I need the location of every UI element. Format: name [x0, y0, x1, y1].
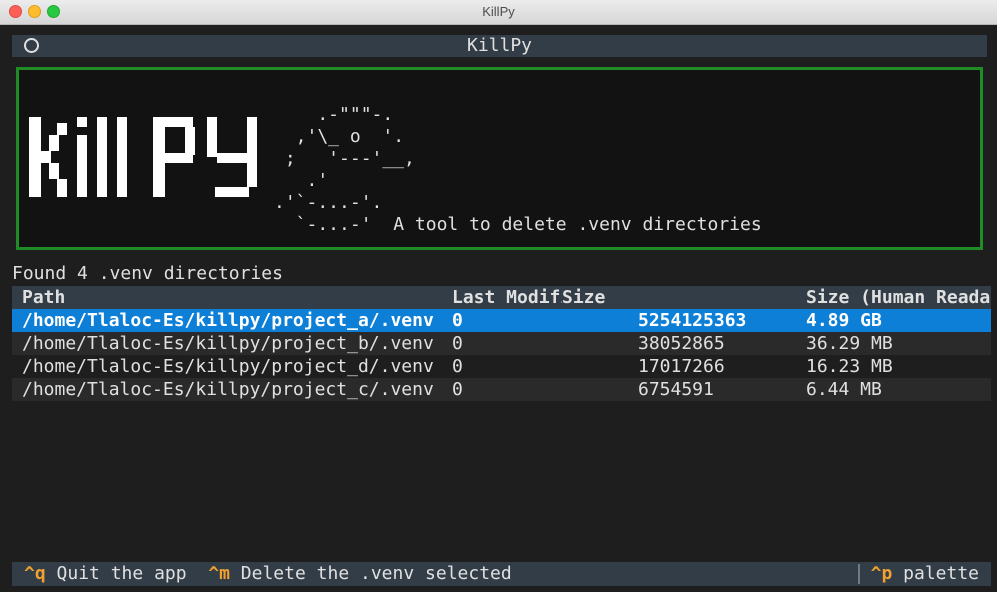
table-row[interactable]: /home/Tlaloc-Es/killpy/project_c/.venv 0…: [12, 378, 991, 401]
row-size-human: 16.23 MB: [806, 356, 893, 377]
table-row[interactable]: /home/Tlaloc-Es/killpy/project_b/.venv 0…: [12, 332, 991, 355]
window-title: KillPy: [482, 4, 515, 19]
venv-table[interactable]: Path Last Modified Size Size (Human Read…: [12, 286, 991, 401]
row-size: 17017266: [638, 356, 725, 377]
row-size-human: 36.29 MB: [806, 333, 893, 354]
row-size: 5254125363: [638, 310, 747, 331]
row-path: /home/Tlaloc-Es/killpy/project_c/.venv: [22, 379, 434, 400]
row-path: /home/Tlaloc-Es/killpy/project_d/.venv: [22, 356, 434, 377]
footer-bindings: ^q Quit the app ^m Delete the .venv sele…: [24, 562, 512, 586]
row-size-human: 6.44 MB: [806, 379, 882, 400]
row-last-modified: 0: [452, 310, 463, 331]
found-count-text: Found 4 .venv directories: [12, 263, 283, 284]
row-spacer: [562, 309, 638, 332]
quit-binding[interactable]: ^q Quit the app: [24, 563, 187, 584]
table-row[interactable]: /home/Tlaloc-Es/killpy/project_a/.venv 0…: [12, 309, 991, 332]
row-spacer: [562, 378, 638, 401]
table-header-row: Path Last Modified Size Size (Human Read…: [12, 286, 991, 309]
terminal-area: KillPy .-"""-. ,'\_ o '. ; '---'__, .' .…: [0, 25, 997, 592]
palette-binding[interactable]: ^p palette: [871, 562, 979, 586]
delete-binding[interactable]: ^m Delete the .venv selected: [208, 563, 511, 584]
row-size-human: 4.89 GB: [806, 310, 882, 331]
row-last-modified: 0: [452, 333, 463, 354]
row-path: /home/Tlaloc-Es/killpy/project_b/.venv: [22, 333, 434, 354]
column-header-spacer: [638, 286, 806, 309]
banner-panel: .-"""-. ,'\_ o '. ; '---'__, .' .'`-...-…: [16, 67, 983, 250]
row-size: 38052865: [638, 333, 725, 354]
column-header-size-human[interactable]: Size (Human Readable): [806, 286, 991, 309]
app-header-title: KillPy: [466, 35, 533, 56]
app-header: KillPy: [12, 35, 987, 57]
column-header-last-modified[interactable]: Last Modified: [452, 286, 562, 309]
killpy-logo: [29, 117, 257, 197]
row-size: 6754591: [638, 379, 714, 400]
window-titlebar: KillPy: [0, 0, 997, 25]
row-path: /home/Tlaloc-Es/killpy/project_a/.venv: [22, 310, 434, 331]
column-header-path[interactable]: Path: [12, 286, 452, 309]
column-header-size[interactable]: Size: [562, 286, 638, 309]
row-last-modified: 0: [452, 379, 463, 400]
row-last-modified: 0: [452, 356, 463, 377]
snake-ascii-art: .-"""-. ,'\_ o '. ; '---'__, .' .'`-...-…: [274, 104, 762, 235]
footer-divider: [858, 564, 860, 584]
key-bindings-footer: ^q Quit the app ^m Delete the .venv sele…: [12, 562, 991, 586]
banner-tagline: A tool to delete .venv directories: [393, 214, 762, 235]
table-row[interactable]: /home/Tlaloc-Es/killpy/project_d/.venv 0…: [12, 355, 991, 378]
row-spacer: [562, 355, 638, 378]
row-spacer: [562, 332, 638, 355]
